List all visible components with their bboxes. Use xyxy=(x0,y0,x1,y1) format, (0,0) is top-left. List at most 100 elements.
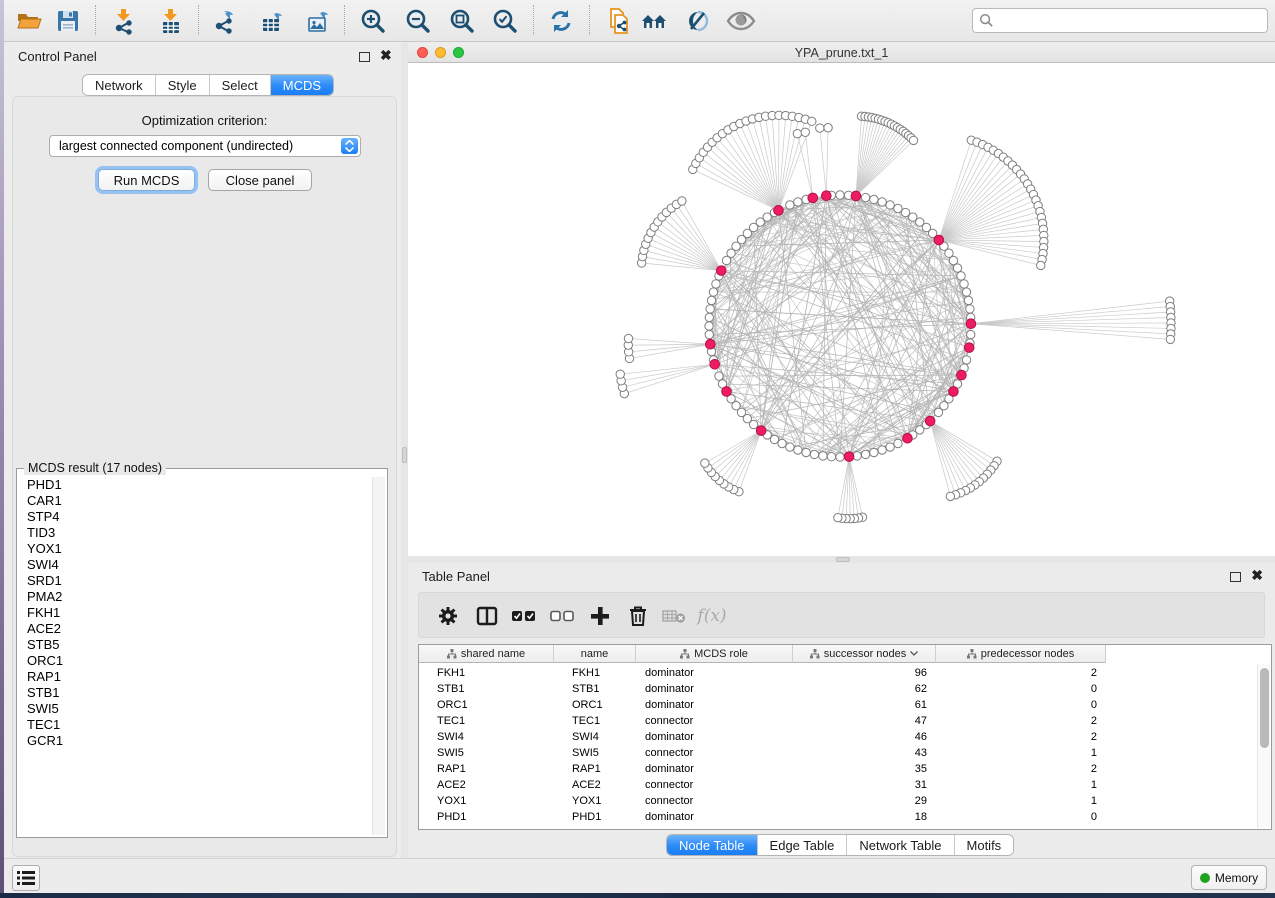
column-header-MCDS-role[interactable]: MCDS role xyxy=(636,645,793,663)
main-toolbar xyxy=(4,0,1275,42)
import-network-icon[interactable] xyxy=(107,4,141,38)
column-header-successor-nodes[interactable]: successor nodes xyxy=(793,645,936,663)
clone-network-icon[interactable] xyxy=(602,4,636,38)
zoom-selected-icon[interactable] xyxy=(488,4,522,38)
network-window-titlebar[interactable]: YPA_prune.txt_1 xyxy=(408,43,1275,63)
show-hide-eye-icon[interactable] xyxy=(724,4,758,38)
open-folder-icon[interactable] xyxy=(12,4,46,38)
export-network-icon[interactable] xyxy=(207,4,241,38)
horizontal-splitter[interactable] xyxy=(408,556,1275,563)
mcds-result-item[interactable]: ACE2 xyxy=(19,621,371,637)
tab-edge-table[interactable]: Edge Table xyxy=(758,835,848,855)
tab-select[interactable]: Select xyxy=(210,75,271,95)
zoom-out-icon[interactable] xyxy=(401,4,435,38)
task-history-icon[interactable] xyxy=(12,865,40,891)
splitter-grip[interactable] xyxy=(402,447,407,463)
tab-style[interactable]: Style xyxy=(156,75,210,95)
mcds-result-item[interactable]: FKH1 xyxy=(19,605,371,621)
split-panel-icon[interactable] xyxy=(472,601,502,631)
float-panel-icon[interactable] xyxy=(359,50,370,65)
delete-table-icon[interactable] xyxy=(659,601,689,631)
table-cell-predecessor_nodes[interactable]: 2 xyxy=(419,713,1097,729)
mcds-result-item[interactable]: YOX1 xyxy=(19,541,371,557)
mcds-result-item[interactable]: ORC1 xyxy=(19,653,371,669)
splitter-grip[interactable] xyxy=(836,557,850,562)
export-table-icon[interactable] xyxy=(256,4,290,38)
global-search-input[interactable] xyxy=(994,11,1261,31)
save-icon[interactable] xyxy=(51,4,85,38)
search-icon xyxy=(979,13,994,28)
table-cell-predecessor_nodes[interactable]: 0 xyxy=(419,809,1097,825)
mcds-result-item[interactable]: TID3 xyxy=(19,525,371,541)
mcds-result-item[interactable]: CAR1 xyxy=(19,493,371,509)
network-window-title: YPA_prune.txt_1 xyxy=(408,46,1275,60)
column-header-shared-name[interactable]: shared name xyxy=(419,645,554,663)
column-header-predecessor-nodes[interactable]: predecessor nodes xyxy=(936,645,1106,663)
table-toolbar: f(x) xyxy=(418,592,1265,638)
mcds-result-item[interactable]: SWI4 xyxy=(19,557,371,573)
table-scrollbar[interactable] xyxy=(1257,664,1270,828)
mcds-result-item[interactable]: GCR1 xyxy=(19,733,371,749)
table-cell-predecessor_nodes[interactable]: 0 xyxy=(419,697,1097,713)
table-cell-predecessor_nodes[interactable]: 1 xyxy=(419,777,1097,793)
delete-icon[interactable] xyxy=(623,601,653,631)
toolbar-separator xyxy=(198,5,199,35)
column-header-name[interactable]: name xyxy=(554,645,636,663)
mcds-result-item[interactable]: RAP1 xyxy=(19,669,371,685)
optimization-criterion-select[interactable]: largest connected component (undirected) xyxy=(49,135,361,157)
home-networks-icon[interactable] xyxy=(638,4,672,38)
select-stepper-icon xyxy=(341,138,358,154)
optimization-criterion-value: largest connected component (undirected) xyxy=(59,139,293,153)
float-panel-icon[interactable] xyxy=(1230,570,1241,585)
memory-status-icon xyxy=(1200,873,1210,883)
tab-motifs[interactable]: Motifs xyxy=(955,835,1014,855)
deselect-all-icon[interactable] xyxy=(547,601,577,631)
mcds-result-item[interactable]: STB5 xyxy=(19,637,371,653)
table-panel: Table Panel ✖ xyxy=(408,563,1275,858)
close-panel-icon[interactable]: ✖ xyxy=(380,48,392,63)
control-panel-tabbar: NetworkStyleSelectMCDS xyxy=(82,74,334,96)
select-all-icon[interactable] xyxy=(509,601,539,631)
table-cell-predecessor_nodes[interactable]: 2 xyxy=(419,761,1097,777)
function-fx-icon[interactable]: f(x) xyxy=(697,601,727,631)
table-cell-predecessor_nodes[interactable]: 0 xyxy=(419,681,1097,697)
close-panel-button[interactable]: Close panel xyxy=(208,169,312,191)
tab-node-table[interactable]: Node Table xyxy=(667,835,758,855)
network-window: YPA_prune.txt_1 xyxy=(408,43,1275,556)
table-cell-predecessor_nodes[interactable]: 1 xyxy=(419,793,1097,809)
memory-button[interactable]: Memory xyxy=(1191,865,1267,890)
tab-network-table[interactable]: Network Table xyxy=(847,835,954,855)
mcds-result-item[interactable]: STP4 xyxy=(19,509,371,525)
mcds-result-list: PHD1CAR1STP4TID3YOX1SWI4SRD1PMA2FKH1ACE2… xyxy=(19,477,371,835)
run-mcds-button[interactable]: Run MCDS xyxy=(98,169,195,191)
gear-icon[interactable] xyxy=(433,601,463,631)
network-graph[interactable] xyxy=(408,64,1275,556)
import-table-icon[interactable] xyxy=(154,4,188,38)
table-cell-predecessor_nodes[interactable]: 2 xyxy=(419,665,1097,681)
mcds-result-item[interactable]: SRD1 xyxy=(19,573,371,589)
tab-mcds[interactable]: MCDS xyxy=(271,75,333,95)
zoom-fit-icon[interactable] xyxy=(445,4,479,38)
close-panel-icon[interactable]: ✖ xyxy=(1251,568,1263,583)
toggle-graphics-icon[interactable] xyxy=(681,4,715,38)
zoom-in-icon[interactable] xyxy=(356,4,390,38)
add-column-icon[interactable] xyxy=(585,601,615,631)
tab-network[interactable]: Network xyxy=(83,75,156,95)
mcds-result-item[interactable]: STB1 xyxy=(19,685,371,701)
refresh-icon[interactable] xyxy=(544,4,578,38)
node-table: shared namenameMCDS rolesuccessor nodesp… xyxy=(418,644,1272,830)
table-cell-predecessor_nodes[interactable]: 2 xyxy=(419,729,1097,745)
vertical-splitter[interactable] xyxy=(401,43,408,858)
table-scrollbar-thumb[interactable] xyxy=(1260,668,1269,748)
shared-column-icon xyxy=(810,649,820,659)
mcds-list-scrollbar[interactable] xyxy=(372,477,385,835)
mcds-result-item[interactable]: PHD1 xyxy=(19,477,371,493)
network-canvas[interactable] xyxy=(408,64,1275,556)
mcds-result-item[interactable]: TEC1 xyxy=(19,717,371,733)
table-tabbar: Node TableEdge TableNetwork TableMotifs xyxy=(666,834,1014,856)
control-panel-title: Control Panel xyxy=(18,49,97,64)
mcds-result-item[interactable]: SWI5 xyxy=(19,701,371,717)
table-cell-predecessor_nodes[interactable]: 1 xyxy=(419,745,1097,761)
export-image-icon[interactable] xyxy=(302,4,336,38)
mcds-result-item[interactable]: PMA2 xyxy=(19,589,371,605)
